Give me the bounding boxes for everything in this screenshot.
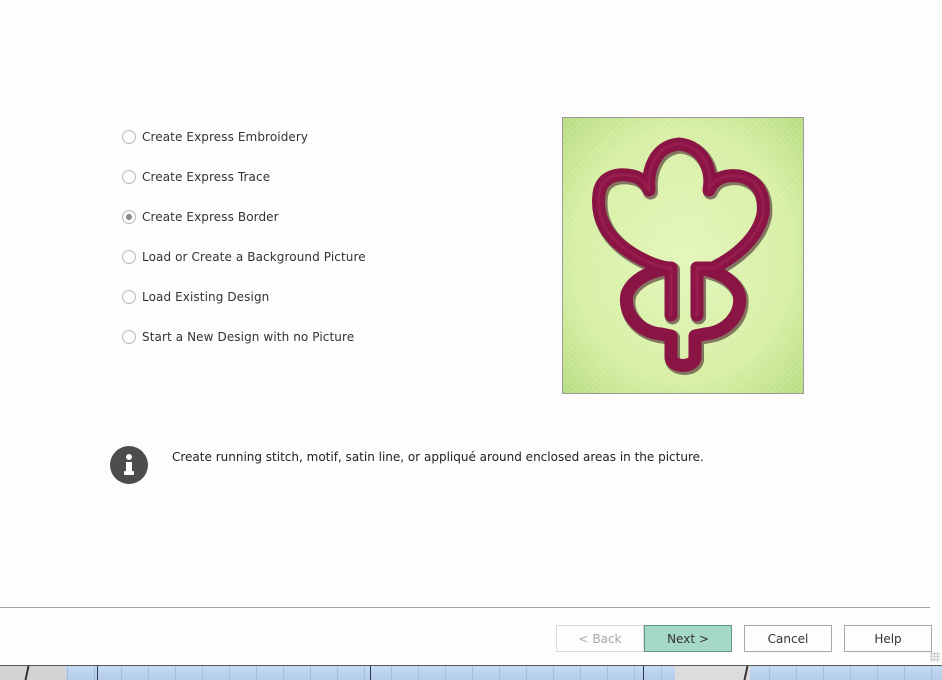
background-line <box>643 666 644 680</box>
help-button[interactable]: Help <box>844 625 932 652</box>
radio-button[interactable] <box>122 290 136 304</box>
radio-button[interactable] <box>122 250 136 264</box>
option-load-or-create-background-picture[interactable]: Load or Create a Background Picture <box>122 246 366 268</box>
option-start-new-design-no-picture[interactable]: Start a New Design with no Picture <box>122 326 354 348</box>
background-grid <box>67 666 942 680</box>
info-icon <box>110 446 148 484</box>
option-create-express-trace[interactable]: Create Express Trace <box>122 166 270 188</box>
background-app-strip <box>0 665 942 680</box>
background-line <box>370 666 371 680</box>
option-label: Create Express Trace <box>142 170 271 184</box>
preview-image <box>562 117 804 394</box>
option-label: Create Express Border <box>142 210 279 224</box>
back-button[interactable]: < Back <box>556 625 644 652</box>
next-button[interactable]: Next > <box>644 625 732 652</box>
info-icon-dot <box>126 454 132 460</box>
background-panel <box>0 666 66 680</box>
background-panel <box>675 666 750 680</box>
button-bar-separator <box>0 607 930 608</box>
info-icon-base <box>124 471 134 475</box>
radio-button[interactable] <box>122 170 136 184</box>
option-label: Create Express Embroidery <box>142 130 309 144</box>
radio-button[interactable] <box>122 330 136 344</box>
option-description: Create running stitch, motif, satin line… <box>172 450 704 464</box>
option-label: Load Existing Design <box>142 290 270 304</box>
option-label: Start a New Design with no Picture <box>142 330 355 344</box>
background-line <box>97 666 98 680</box>
option-create-express-border[interactable]: Create Express Border <box>122 206 279 228</box>
create-new-wizard-dialog: Create Express Embroidery Create Express… <box>0 0 942 665</box>
radio-button[interactable] <box>122 130 136 144</box>
cancel-button[interactable]: Cancel <box>744 625 832 652</box>
option-load-existing-design[interactable]: Load Existing Design <box>122 286 269 308</box>
flower-embroidery-icon <box>592 137 773 375</box>
option-create-express-embroidery[interactable]: Create Express Embroidery <box>122 126 308 148</box>
option-label: Load or Create a Background Picture <box>142 250 366 264</box>
resize-grip-icon[interactable] <box>930 652 940 662</box>
radio-button-selected[interactable] <box>122 210 136 224</box>
